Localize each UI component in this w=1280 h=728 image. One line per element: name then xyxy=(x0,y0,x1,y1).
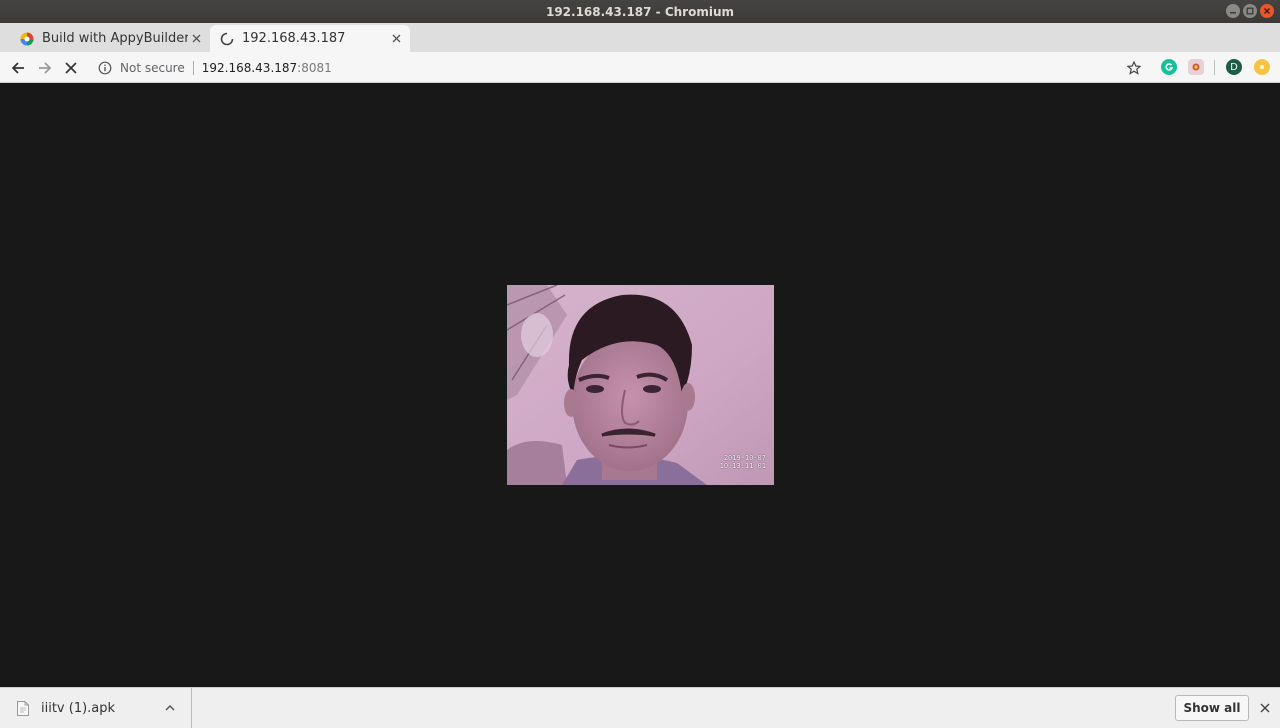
maximize-button[interactable] xyxy=(1243,4,1257,18)
notification-extension-icon[interactable] xyxy=(1254,59,1270,75)
close-icon xyxy=(392,34,400,43)
download-shelf: iiitv (1).apk Show all xyxy=(0,687,1280,728)
stop-icon xyxy=(65,62,77,74)
minimize-icon xyxy=(1230,12,1236,14)
tab-active-stream[interactable]: 192.168.43.187 xyxy=(210,25,410,52)
file-icon xyxy=(17,700,29,716)
download-item[interactable]: iiitv (1).apk xyxy=(0,688,192,728)
star-icon xyxy=(1127,61,1141,75)
tab-appybuilder[interactable]: Build with AppyBuilder! xyxy=(10,25,210,52)
stop-loading-button[interactable] xyxy=(60,57,82,79)
overlay-date: 2019-10-07 xyxy=(723,454,766,462)
close-download-shelf-button[interactable] xyxy=(1257,700,1273,716)
info-icon[interactable] xyxy=(98,61,112,75)
window-title: 192.168.43.187 - Chromium xyxy=(545,4,735,19)
timestamp-overlay: 2019-10-07 10:13:11 01 xyxy=(720,454,766,470)
grammarly-icon[interactable] xyxy=(1161,59,1177,75)
forward-button[interactable] xyxy=(34,57,56,79)
window-titlebar: 192.168.43.187 - Chromium xyxy=(0,0,1280,23)
download-file-name: iiitv (1).apk xyxy=(41,700,116,716)
tab-close-button[interactable] xyxy=(188,31,204,47)
appybuilder-favicon xyxy=(20,32,34,45)
minimize-button[interactable] xyxy=(1226,4,1240,18)
tab-close-button[interactable] xyxy=(388,31,404,47)
security-status-label[interactable]: Not secure xyxy=(120,61,185,75)
arrow-right-icon xyxy=(39,62,52,74)
omnibox-separator xyxy=(192,60,194,75)
extension-icon[interactable] xyxy=(1188,59,1204,75)
tab-label: 192.168.43.187 xyxy=(242,31,346,46)
close-icon xyxy=(192,34,200,43)
toolbar-divider xyxy=(1214,60,1215,75)
page-content: 2019-10-07 10:13:11 01 xyxy=(0,83,1280,687)
maximize-icon xyxy=(1246,7,1254,15)
show-all-button[interactable]: Show all xyxy=(1175,695,1249,721)
profile-avatar[interactable]: D xyxy=(1226,59,1242,75)
close-window-button[interactable] xyxy=(1260,4,1274,18)
loading-spinner-icon xyxy=(220,32,234,45)
close-icon xyxy=(1264,8,1270,14)
url-host: 192.168.43.187 xyxy=(201,60,298,75)
tab-strip: Build with AppyBuilder! 192.168.43.187 xyxy=(0,23,1280,66)
webcam-stream-image: 2019-10-07 10:13:11 01 xyxy=(507,285,774,485)
arrow-left-icon xyxy=(11,62,24,74)
notification-glyph xyxy=(1260,65,1264,69)
close-icon xyxy=(1260,703,1270,713)
window-controls xyxy=(1226,4,1274,18)
back-button[interactable] xyxy=(7,57,29,79)
extension-glyph xyxy=(1192,63,1200,71)
url-port: :8081 xyxy=(297,60,332,75)
grammarly-g-glyph xyxy=(1165,63,1174,71)
chevron-up-icon[interactable] xyxy=(163,701,177,715)
overlay-time: 10:13:11 01 xyxy=(719,462,766,470)
bookmark-star-button[interactable] xyxy=(1123,57,1145,79)
tab-label: Build with AppyBuilder! xyxy=(42,31,188,46)
browser-toolbar: Not secure 192.168.43.187 :8081 D xyxy=(0,52,1280,83)
address-bar[interactable]: Not secure 192.168.43.187 :8081 xyxy=(90,55,1150,80)
